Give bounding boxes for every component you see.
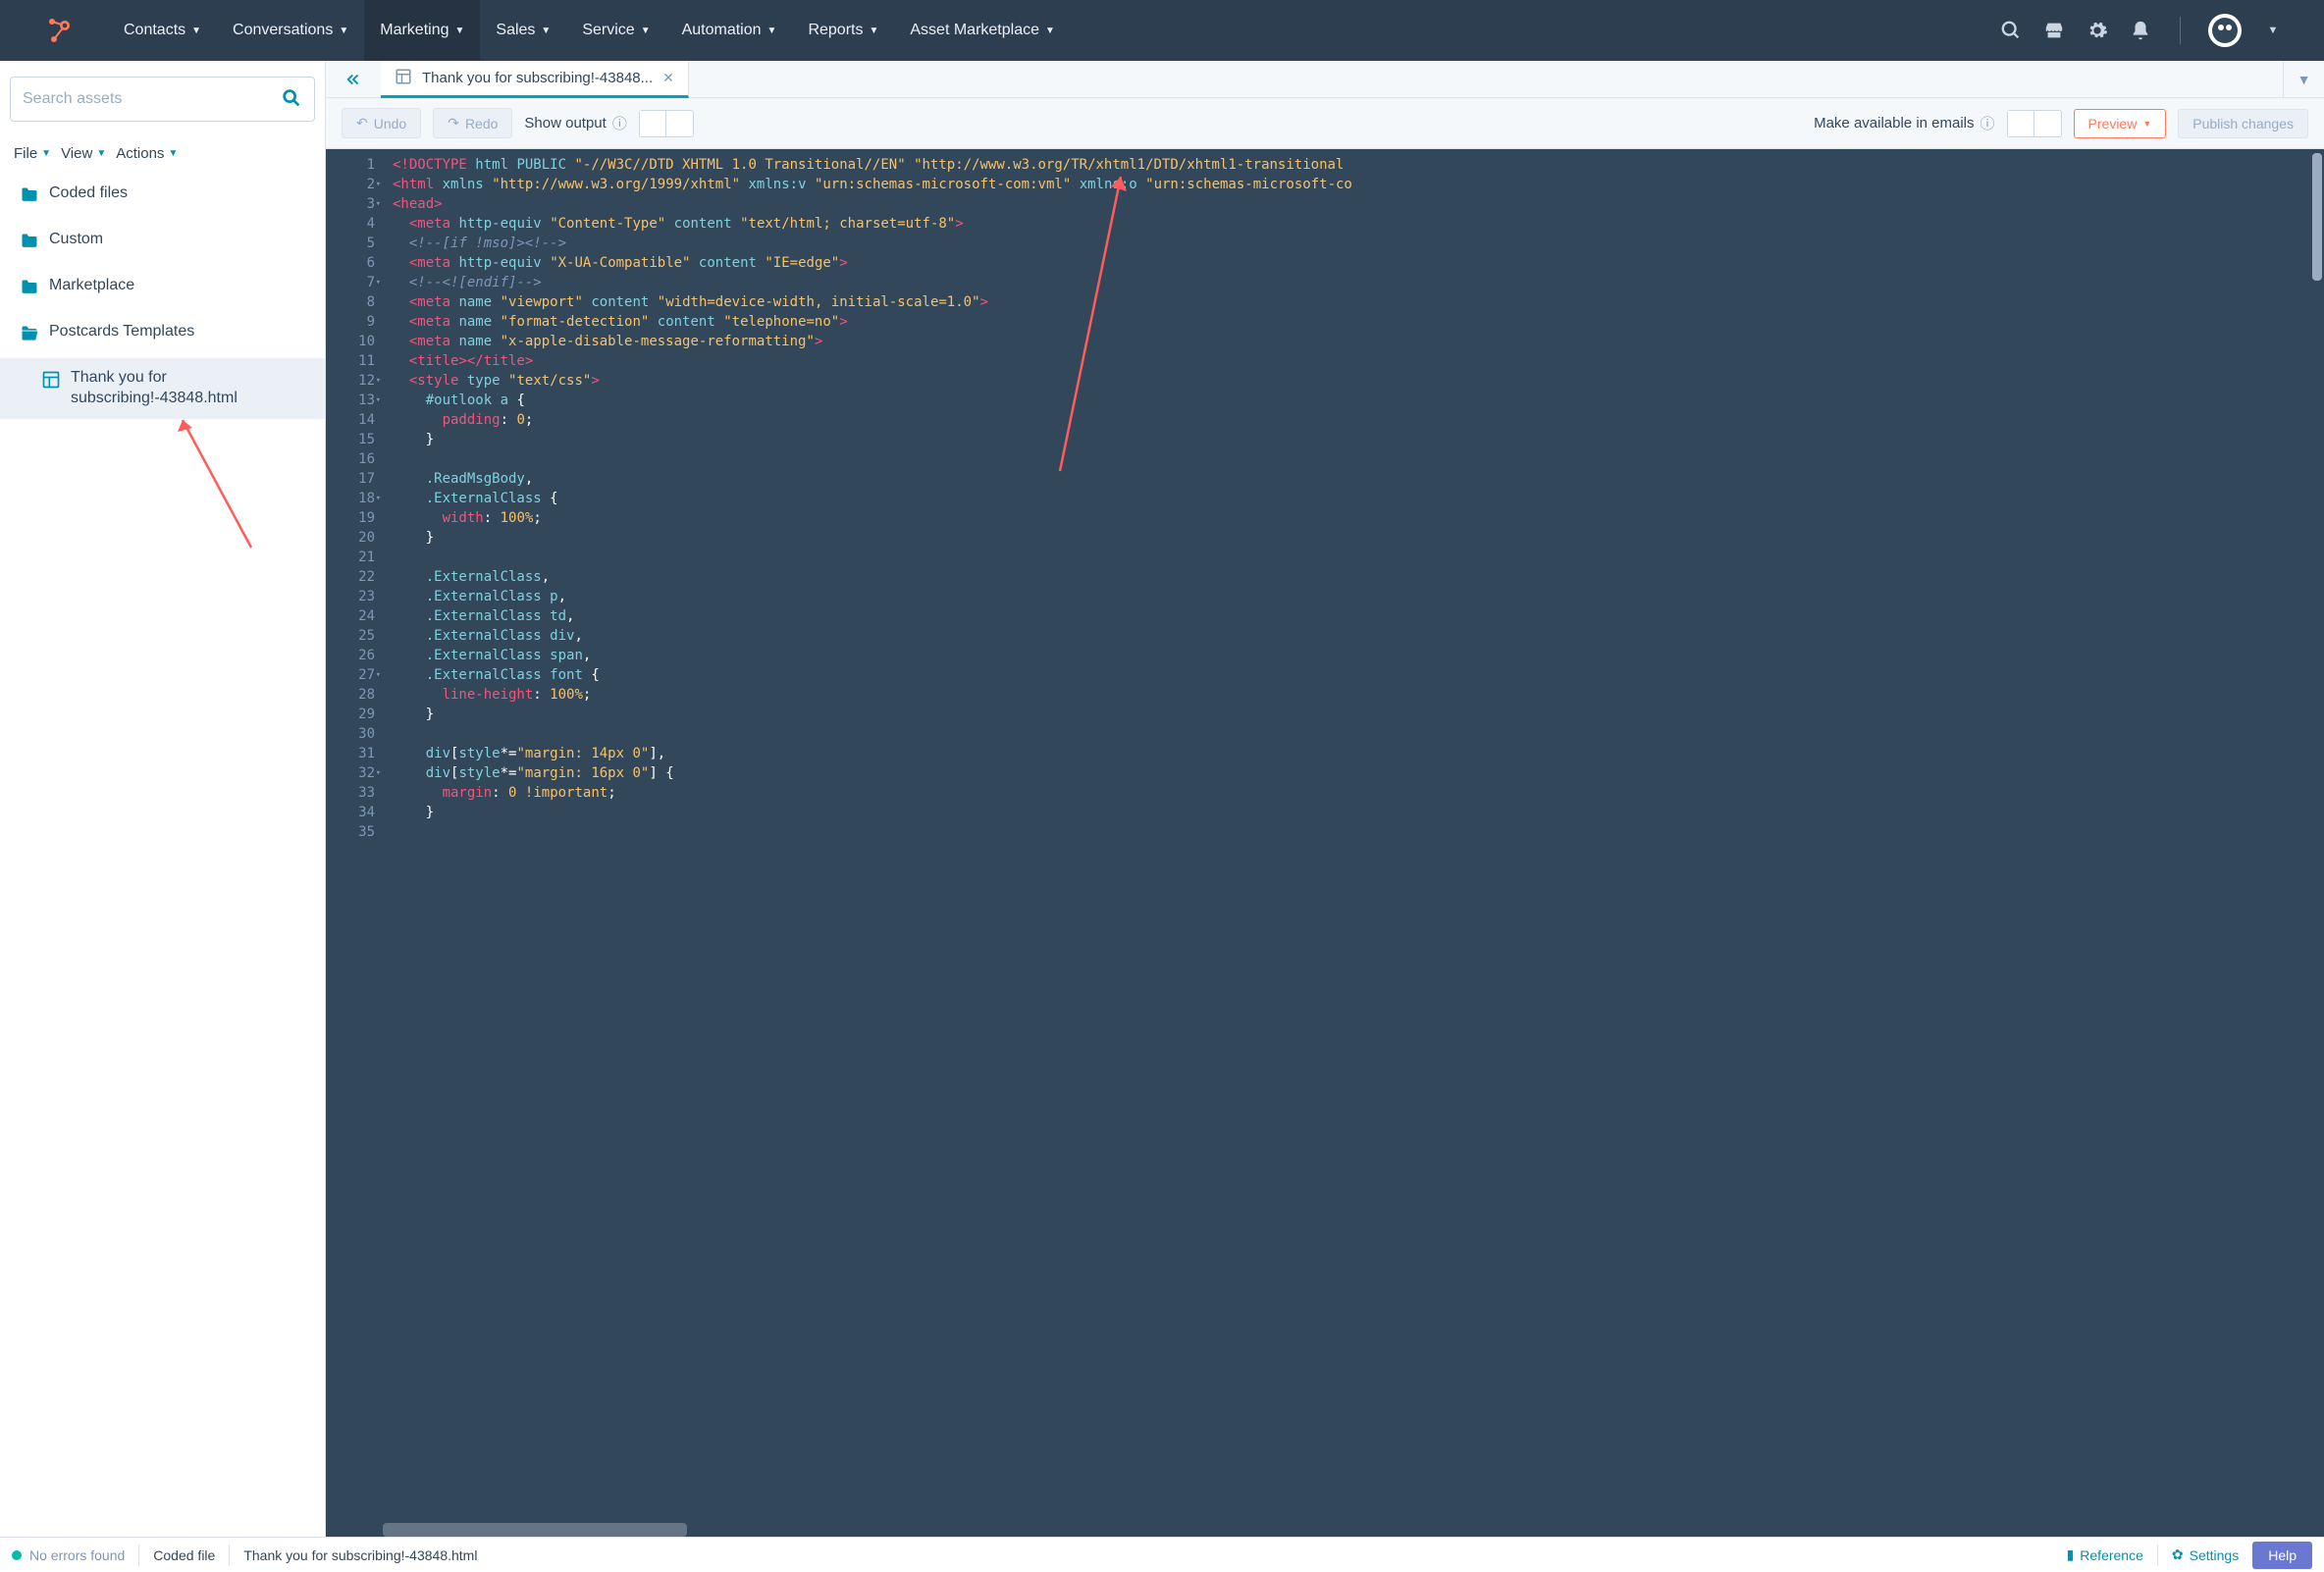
- make-available-label: Make available in emails ⓘ: [1814, 113, 1994, 133]
- reference-link[interactable]: ▮Reference: [2067, 1546, 2143, 1563]
- nav-right: ▼: [1999, 14, 2285, 47]
- main-container: File▼ View▼ Actions▼ Coded files Custom Mark…: [0, 61, 2324, 1537]
- folder-icon: [20, 278, 39, 302]
- toolbar: ↶Undo ↷Redo Show output ⓘ Make available…: [326, 98, 2324, 149]
- vertical-scrollbar-thumb[interactable]: [2312, 153, 2322, 281]
- folder-icon: [20, 185, 39, 210]
- tree-folder[interactable]: Postcards Templates: [0, 312, 325, 358]
- close-icon[interactable]: ✕: [662, 70, 674, 86]
- gear-icon: ✿: [2172, 1546, 2184, 1563]
- sidebar-menu-view[interactable]: View▼: [61, 145, 106, 162]
- avatar[interactable]: [2208, 14, 2242, 47]
- undo-button[interactable]: ↶Undo: [342, 108, 421, 138]
- file-type: Coded file: [153, 1547, 215, 1563]
- show-output-label: Show output ⓘ: [524, 113, 626, 133]
- sidebar: File▼ View▼ Actions▼ Coded files Custom Mark…: [0, 61, 326, 1537]
- sidebar-menu-file[interactable]: File▼: [14, 145, 51, 162]
- chevron-down-icon: ▼: [454, 26, 464, 36]
- tree-folder-label: Postcards Templates: [49, 322, 194, 342]
- search-input[interactable]: [23, 90, 281, 108]
- help-button[interactable]: Help: [2252, 1542, 2312, 1569]
- file-layout-icon: [395, 68, 412, 88]
- nav-item-automation[interactable]: Automation▼: [666, 0, 793, 61]
- collapse-sidebar-button[interactable]: [326, 61, 381, 98]
- chevron-down-icon: ▼: [96, 148, 106, 159]
- folder-icon: [20, 232, 39, 256]
- make-available-toggle[interactable]: [2007, 110, 2062, 137]
- chevron-down-icon: ▼: [339, 26, 348, 36]
- gutter: 12▾3▾4567▾89101112▾13▾1415161718▾1920212…: [326, 149, 383, 1537]
- undo-icon: ↶: [356, 115, 368, 131]
- code-editor[interactable]: 12▾3▾4567▾89101112▾13▾1415161718▾1920212…: [326, 149, 2324, 1537]
- nav-item-sales[interactable]: Sales▼: [480, 0, 566, 61]
- nav-item-marketing[interactable]: Marketing▼: [364, 0, 480, 61]
- nav-item-service[interactable]: Service▼: [566, 0, 665, 61]
- footer: No errors found Coded file Thank you for…: [0, 1537, 2324, 1572]
- chevron-down-icon: ▼: [869, 26, 878, 36]
- chevron-down-icon: ▼: [1045, 26, 1055, 36]
- tree-file-label: Thank you for subscribing!-43848.html: [71, 368, 305, 409]
- chevron-down-icon: ▼: [191, 26, 201, 36]
- file-tree: Coded files Custom Marketplace Postcards Te…: [0, 174, 325, 1537]
- tree-folder[interactable]: Coded files: [0, 174, 325, 220]
- show-output-toggle[interactable]: [639, 110, 694, 137]
- nav-divider: [2180, 17, 2181, 44]
- tree-folder-label: Custom: [49, 230, 103, 250]
- info-icon[interactable]: ⓘ: [612, 113, 627, 133]
- chevron-down-icon: ▼: [168, 148, 178, 159]
- errors-status: No errors found: [29, 1547, 125, 1563]
- bell-icon[interactable]: [2129, 19, 2152, 42]
- info-icon[interactable]: ⓘ: [1981, 113, 1995, 133]
- horizontal-scrollbar[interactable]: [383, 1523, 687, 1537]
- marketplace-icon[interactable]: [2042, 19, 2066, 42]
- tree-folder-label: Marketplace: [49, 276, 134, 296]
- sidebar-menu-actions[interactable]: Actions▼: [116, 145, 178, 162]
- file-name: Thank you for subscribing!-43848.html: [243, 1547, 477, 1563]
- chevron-down-icon: ▼: [41, 148, 51, 159]
- avatar-caret-icon[interactable]: ▼: [2261, 19, 2285, 42]
- preview-button[interactable]: Preview ▼: [2074, 109, 2167, 138]
- search-icon: [281, 87, 302, 112]
- chevron-down-icon: ▼: [767, 26, 777, 36]
- nav-item-contacts[interactable]: Contacts▼: [108, 0, 217, 61]
- tabs-row: Thank you for subscribing!-43848... ✕ ▼: [326, 61, 2324, 98]
- editor-area: Thank you for subscribing!-43848... ✕ ▼ …: [326, 61, 2324, 1537]
- tree-folder-label: Coded files: [49, 183, 128, 204]
- nav-item-asset-marketplace[interactable]: Asset Marketplace▼: [894, 0, 1071, 61]
- gear-icon[interactable]: [2086, 19, 2109, 42]
- chevron-down-icon: ▼: [2142, 119, 2151, 129]
- chevron-down-icon: ▼: [541, 26, 551, 36]
- tree-file[interactable]: Thank you for subscribing!-43848.html: [0, 358, 325, 419]
- tab-label: Thank you for subscribing!-43848...: [422, 70, 653, 86]
- chevron-down-icon: ▼: [641, 26, 651, 36]
- nav-items: Contacts▼Conversations▼Marketing▼Sales▼S…: [108, 0, 1999, 61]
- nav-item-conversations[interactable]: Conversations▼: [217, 0, 364, 61]
- settings-link[interactable]: ✿Settings: [2172, 1546, 2239, 1563]
- redo-icon: ↷: [448, 115, 459, 131]
- folder-open-icon: [20, 324, 39, 348]
- search-icon[interactable]: [1999, 19, 2023, 42]
- tab-open-file[interactable]: Thank you for subscribing!-43848... ✕: [381, 61, 689, 98]
- publish-button[interactable]: Publish changes: [2178, 109, 2308, 138]
- book-icon: ▮: [2067, 1546, 2075, 1563]
- nav-item-reports[interactable]: Reports▼: [792, 0, 894, 61]
- file-layout-icon: [41, 370, 61, 394]
- sidebar-menus: File▼ View▼ Actions▼: [0, 137, 325, 174]
- status-dot: [12, 1550, 22, 1560]
- tree-folder[interactable]: Custom: [0, 220, 325, 266]
- code-lines[interactable]: <!DOCTYPE html PUBLIC "-//W3C//DTD XHTML…: [383, 149, 2324, 1537]
- search-assets-box[interactable]: [10, 77, 315, 122]
- redo-button[interactable]: ↷Redo: [433, 108, 512, 138]
- tree-folder[interactable]: Marketplace: [0, 266, 325, 312]
- vertical-scrollbar-track[interactable]: [2310, 149, 2324, 1537]
- hubspot-logo[interactable]: [39, 11, 79, 50]
- top-nav: Contacts▼Conversations▼Marketing▼Sales▼S…: [0, 0, 2324, 61]
- tabs-dropdown[interactable]: ▼: [2283, 61, 2324, 98]
